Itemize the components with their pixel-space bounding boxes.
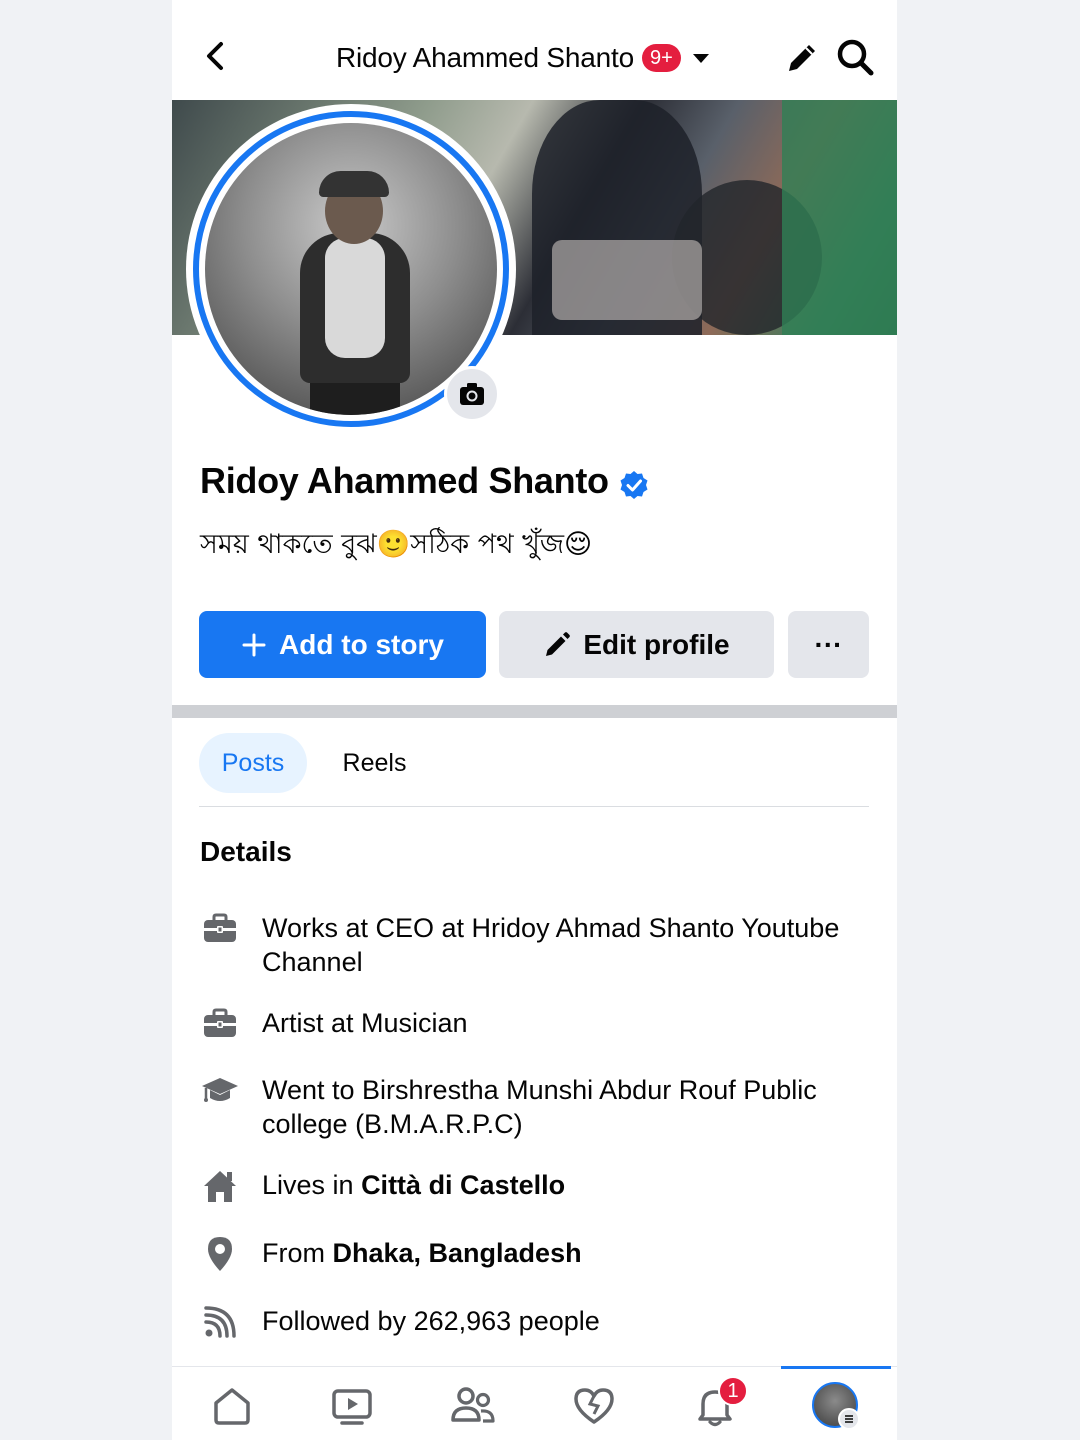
verified-badge-icon [620, 471, 648, 499]
home-icon [204, 1171, 236, 1202]
detail-artist-text: Artist at Musician [262, 1008, 468, 1038]
detail-from: From Dhaka, Bangladesh [200, 1236, 860, 1274]
header-title: Ridoy Ahammed Shanto [336, 42, 634, 73]
detail-lives-in-place[interactable]: Città di Castello [361, 1170, 565, 1200]
profile-name-row: Ridoy Ahammed Shanto [200, 460, 649, 502]
home-icon [214, 1388, 250, 1425]
detail-followers-text[interactable]: Followed by 262,963 people [262, 1306, 600, 1336]
edit-pencil-button[interactable] [782, 38, 822, 78]
briefcase-icon [204, 913, 236, 942]
nav-dating[interactable] [569, 1381, 619, 1431]
detail-lives-in-prefix: Lives in [262, 1170, 362, 1200]
rss-icon [204, 1306, 236, 1338]
top-bar: Ridoy Ahammed Shanto 9+ [172, 0, 897, 100]
tab-reels[interactable]: Reels [327, 733, 422, 793]
detail-followers: Followed by 262,963 people [200, 1304, 860, 1342]
profile-name: Ridoy Ahammed Shanto [200, 460, 609, 501]
pencil-icon [546, 631, 571, 656]
edit-profile-label: Edit profile [583, 628, 730, 660]
header-notification-badge: 9+ [641, 44, 681, 72]
detail-artist: Artist at Musician [200, 1006, 860, 1044]
search-button[interactable] [834, 36, 876, 78]
graduation-cap-icon [202, 1078, 238, 1102]
more-options-label: ··· [814, 628, 843, 660]
tab-posts[interactable]: Posts [199, 733, 307, 793]
camera-icon [460, 383, 484, 405]
detail-lives-in: Lives in Città di Castello [200, 1168, 860, 1206]
chevron-left-icon [207, 42, 223, 70]
profile-switcher[interactable]: Ridoy Ahammed Shanto 9+ [336, 38, 713, 78]
video-icon [332, 1389, 372, 1425]
more-options-button[interactable]: ··· [788, 611, 869, 678]
nav-home[interactable] [207, 1381, 257, 1431]
nav-friends[interactable] [448, 1381, 498, 1431]
section-divider [172, 705, 897, 718]
profile-picture[interactable] [205, 123, 497, 415]
active-tab-indicator [781, 1366, 891, 1369]
detail-education-text: Went to Birshrestha Munshi Abdur Rouf Pu… [262, 1075, 817, 1139]
dating-heart-icon [574, 1388, 614, 1424]
tabs-divider [199, 806, 869, 807]
search-icon [837, 39, 874, 76]
add-to-story-label: Add to story [279, 628, 444, 660]
detail-work: Works at CEO at Hridoy Ahmad Shanto Yout… [200, 911, 860, 979]
bottom-navigation [172, 1366, 897, 1440]
detail-education: Went to Birshrestha Munshi Abdur Rouf Pu… [200, 1073, 860, 1141]
add-to-story-button[interactable]: Add to story [199, 611, 486, 678]
briefcase-icon [204, 1008, 236, 1037]
edit-profile-button[interactable]: Edit profile [499, 611, 774, 678]
detail-from-prefix: From [262, 1238, 333, 1268]
location-pin-icon [208, 1237, 232, 1271]
nav-video[interactable] [327, 1381, 377, 1431]
avatar-camera-button[interactable] [444, 366, 500, 422]
detail-work-text: Works at CEO at Hridoy Ahmad Shanto Yout… [262, 913, 840, 977]
back-button[interactable] [196, 36, 236, 76]
caret-down-icon [692, 54, 709, 63]
details-heading: Details [200, 836, 292, 867]
detail-from-place[interactable]: Dhaka, Bangladesh [333, 1238, 582, 1268]
pencil-icon [789, 45, 815, 71]
plus-icon [242, 633, 266, 656]
profile-screen: Ridoy Ahammed Shanto 9+ Ridoy Ahammed Sh… [172, 0, 897, 1440]
notification-count-badge: 1 [718, 1376, 748, 1406]
menu-icon [838, 1408, 860, 1430]
profile-bio: সময় থাকতে বুঝ🙂সঠিক পথ খুঁজ😌 [200, 529, 593, 560]
friends-icon [451, 1387, 495, 1423]
